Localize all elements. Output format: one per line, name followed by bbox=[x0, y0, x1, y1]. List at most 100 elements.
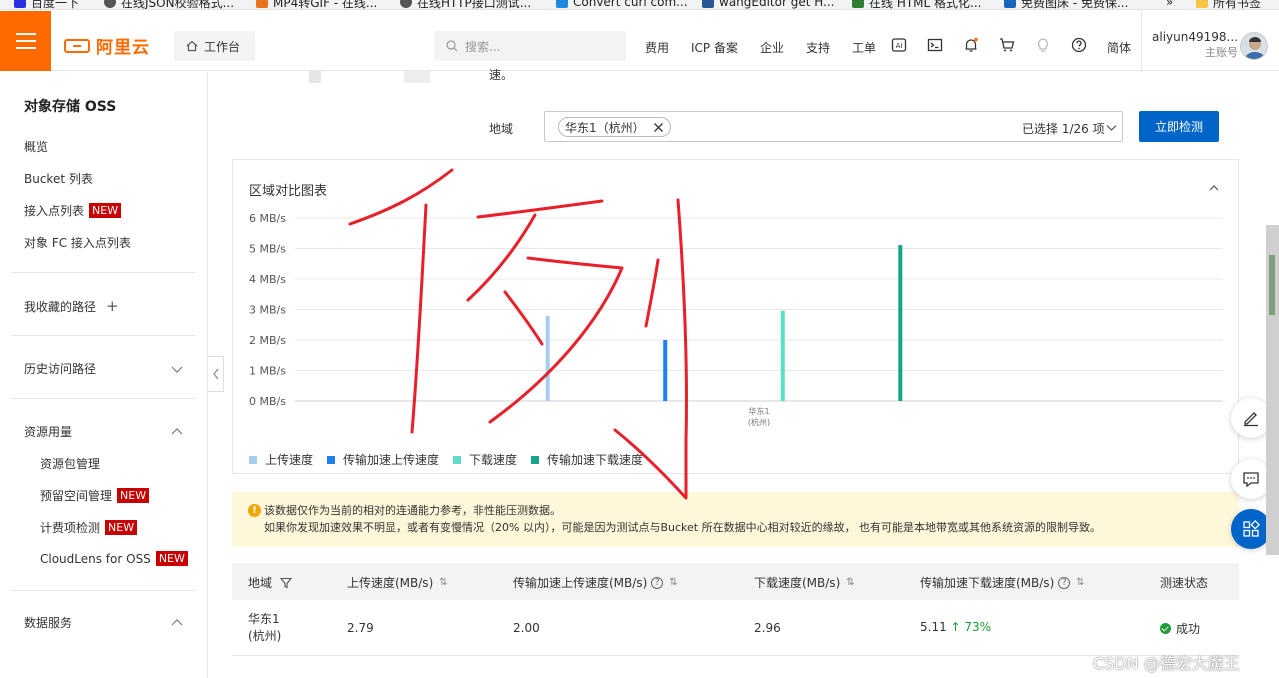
avatar[interactable] bbox=[1240, 32, 1268, 60]
sidebar-item-fc-access-points[interactable]: 对象 FC 接入点列表 bbox=[24, 234, 131, 251]
chat-button[interactable] bbox=[1231, 459, 1271, 499]
legend-item[interactable]: 传输加速上传速度 bbox=[327, 451, 439, 468]
help-icon[interactable]: ? bbox=[1058, 576, 1071, 589]
bookmark-item[interactable]: 在线HTTP接口测试... bbox=[400, 0, 531, 9]
help-icon[interactable] bbox=[1071, 37, 1087, 53]
filter-icon[interactable] bbox=[280, 577, 293, 589]
bookmark-item[interactable]: 免费图床 - 免费保... bbox=[1004, 0, 1128, 9]
sidebar-item-cloudlens[interactable]: CloudLens for OSS NEW bbox=[40, 551, 188, 566]
y-tick-label: 4 MB/s bbox=[249, 273, 286, 286]
sidebar-item-reserved-space[interactable]: 预留空间管理 NEW bbox=[40, 487, 150, 504]
bell-icon[interactable] bbox=[963, 37, 979, 53]
sidebar-item-bucket-list[interactable]: Bucket 列表 bbox=[24, 170, 93, 187]
apps-button[interactable] bbox=[1231, 509, 1271, 549]
sidebar-item-access-points[interactable]: 接入点列表 NEW bbox=[24, 202, 122, 219]
logo-mark-icon bbox=[64, 38, 90, 53]
column-header-upload[interactable]: 上传速度(MB/s) ⇅ bbox=[347, 574, 448, 591]
sidebar-item-resource-usage[interactable]: 资源用量 bbox=[24, 423, 72, 440]
search-input[interactable]: 搜索... bbox=[434, 31, 626, 61]
help-icon[interactable]: ? bbox=[651, 576, 664, 589]
account-menu[interactable]: aliyun49198... 主账号 bbox=[1152, 29, 1238, 61]
sidebar-item-data-service[interactable]: 数据服务 bbox=[24, 614, 72, 631]
svg-text:AI: AI bbox=[896, 42, 903, 50]
y-tick-label: 5 MB/s bbox=[249, 243, 286, 256]
region-tag: 华东1（杭州） bbox=[558, 117, 671, 137]
language-switch[interactable]: 简体 bbox=[1107, 39, 1131, 56]
sort-icon[interactable]: ⇅ bbox=[439, 577, 447, 588]
cart-icon[interactable] bbox=[999, 37, 1015, 53]
bar bbox=[780, 310, 785, 401]
legend-swatch bbox=[531, 455, 540, 464]
top-nav: 费用 ICP 备案 企业 支持 工单 bbox=[645, 39, 898, 56]
lightbulb-icon[interactable] bbox=[1035, 37, 1051, 53]
chat-icon bbox=[1243, 472, 1259, 488]
close-icon[interactable] bbox=[653, 122, 664, 133]
edit-feedback-button[interactable] bbox=[1231, 398, 1271, 438]
bar bbox=[898, 245, 903, 401]
table-row: 华东1 (杭州) 2.79 2.00 2.96 5.11 ↑ 73% 成功 bbox=[232, 600, 1239, 656]
sidebar-item-favorites[interactable]: 我收藏的路径 + bbox=[24, 297, 119, 315]
pencil-icon bbox=[1244, 412, 1258, 427]
chevron-down-icon bbox=[1106, 125, 1117, 131]
placeholder-block bbox=[309, 71, 321, 83]
sidebar-collapse-button[interactable] bbox=[208, 356, 224, 392]
baidu-icon bbox=[14, 0, 26, 8]
check-now-button[interactable]: 立即检测 bbox=[1139, 111, 1219, 142]
sort-icon[interactable]: ⇅ bbox=[1076, 577, 1084, 588]
legend-item[interactable]: 下载速度 bbox=[453, 451, 517, 468]
globe-icon bbox=[104, 0, 116, 8]
divider bbox=[12, 590, 195, 591]
bookmark-item[interactable]: 百度一下 bbox=[14, 0, 79, 9]
aliyun-logo[interactable]: 阿里云 bbox=[64, 33, 150, 58]
sidebar-item-overview[interactable]: 概览 bbox=[24, 138, 48, 155]
sort-icon[interactable]: ⇅ bbox=[669, 577, 677, 588]
status-badge: 成功 bbox=[1160, 620, 1200, 637]
new-badge: NEW bbox=[117, 488, 150, 503]
legend-item[interactable]: 上传速度 bbox=[249, 451, 313, 468]
column-header-download[interactable]: 下载速度(MB/s) ⇅ bbox=[754, 574, 855, 591]
new-badge: NEW bbox=[105, 520, 138, 535]
y-tick-label: 0 MB/s bbox=[249, 395, 286, 408]
sort-icon[interactable]: ⇅ bbox=[846, 577, 854, 588]
bookmark-item[interactable]: wangEditor get H... bbox=[702, 0, 835, 9]
bar bbox=[545, 315, 550, 401]
user-avatar-icon bbox=[1244, 37, 1266, 59]
sidebar-item-billing-check[interactable]: 计费项检测 NEW bbox=[40, 519, 138, 536]
top-header: 阿里云 工作台 搜索... 费用 ICP 备案 企业 支持 工单 AI 简体 a… bbox=[0, 11, 1279, 71]
ai-assistant-icon[interactable]: AI bbox=[891, 37, 907, 53]
plus-icon[interactable]: + bbox=[106, 297, 119, 315]
w-icon bbox=[702, 0, 714, 8]
menu-icon[interactable] bbox=[0, 11, 51, 71]
nav-fee[interactable]: 费用 bbox=[645, 39, 669, 56]
bookmark-all[interactable]: 所有书签 bbox=[1196, 0, 1261, 9]
scrollbar[interactable] bbox=[1266, 225, 1279, 555]
chevron-down-icon[interactable] bbox=[171, 363, 183, 375]
bookmark-item[interactable]: Convert curl com... bbox=[556, 0, 688, 9]
legend-label: 传输加速上传速度 bbox=[343, 453, 440, 467]
chevron-up-icon[interactable] bbox=[171, 617, 183, 629]
cell-upload: 2.79 bbox=[347, 621, 374, 635]
notice-line-1: 该数据仅作为当前的相对的连通能力参考，非性能压测数据。 bbox=[264, 504, 561, 517]
chevron-up-icon[interactable] bbox=[171, 426, 183, 438]
terminal-icon[interactable] bbox=[927, 37, 943, 53]
nav-icp[interactable]: ICP 备案 bbox=[691, 39, 738, 56]
x-tick-label: 华东1 bbox=[748, 406, 769, 416]
bookmark-item[interactable]: 在线JSON校验格式... bbox=[104, 0, 234, 9]
legend-item[interactable]: 传输加速下载速度 bbox=[531, 451, 643, 468]
search-icon bbox=[446, 40, 458, 52]
image-host-icon bbox=[1004, 0, 1016, 8]
sidebar-item-history[interactable]: 历史访问路径 bbox=[24, 360, 96, 377]
nav-support[interactable]: 支持 bbox=[806, 39, 830, 56]
bookmarks-overflow[interactable]: » bbox=[1166, 0, 1173, 9]
bookmark-item[interactable]: MP4转GIF - 在线... bbox=[256, 0, 377, 9]
region-select[interactable]: 华东1（杭州） 已选择 1/26 项 bbox=[544, 111, 1123, 142]
workbench-button[interactable]: 工作台 bbox=[174, 31, 255, 61]
column-header-accel-upload[interactable]: 传输加速上传速度(MB/s)? ⇅ bbox=[513, 574, 678, 591]
column-header-region: 地域 bbox=[248, 574, 293, 591]
nav-enterprise[interactable]: 企业 bbox=[760, 39, 784, 56]
column-header-accel-download[interactable]: 传输加速下载速度(MB/s)? ⇅ bbox=[920, 574, 1085, 591]
sidebar-item-resource-packages[interactable]: 资源包管理 bbox=[40, 455, 100, 472]
nav-ticket[interactable]: 工单 bbox=[852, 39, 876, 56]
legend-label: 传输加速下载速度 bbox=[547, 453, 644, 467]
bookmark-item[interactable]: 在线 HTML 格式化... bbox=[852, 0, 981, 9]
